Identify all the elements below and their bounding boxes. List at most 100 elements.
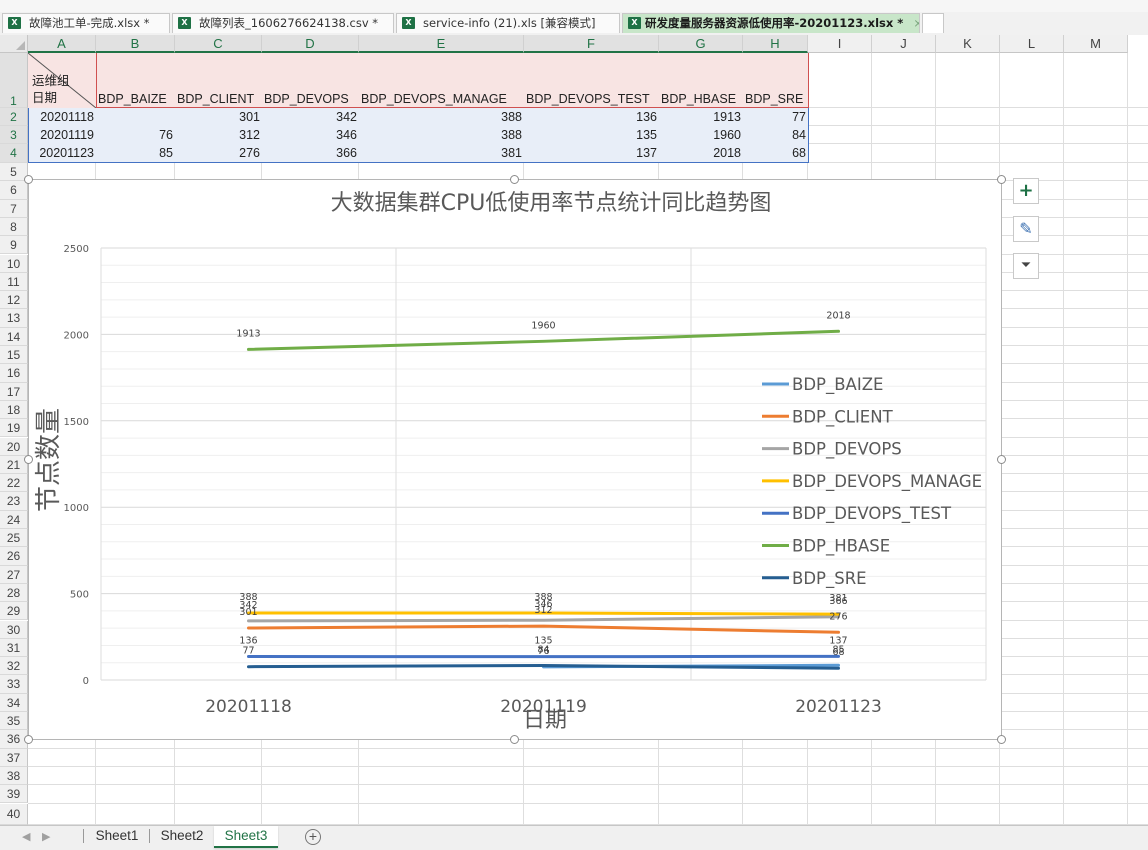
value-cell[interactable]: 77	[743, 108, 808, 126]
resize-handle-bottom-left[interactable]	[24, 735, 33, 744]
row-header-11[interactable]: 11	[0, 273, 28, 291]
row-header-32[interactable]: 32	[0, 657, 28, 675]
row-header-9[interactable]: 9	[0, 236, 28, 254]
column-header-C[interactable]: C	[175, 35, 262, 53]
header-cell[interactable]: BDP_DEVOPS_MANAGE	[359, 90, 524, 108]
column-header-I[interactable]: I	[808, 35, 872, 53]
row-header-22[interactable]: 22	[0, 474, 28, 492]
row-header-19[interactable]: 19	[0, 419, 28, 437]
sheet-tab-sheet1[interactable]: Sheet1	[86, 826, 148, 846]
row-header-17[interactable]: 17	[0, 383, 28, 401]
column-header-A[interactable]: A	[28, 35, 96, 53]
value-cell[interactable]: 301	[175, 108, 262, 126]
resize-handle-top-right[interactable]	[997, 175, 1006, 184]
sheet-tab-sheet3[interactable]: Sheet3	[214, 826, 278, 848]
row-header-28[interactable]: 28	[0, 584, 28, 602]
value-cell[interactable]: 346	[262, 126, 359, 144]
column-header-K[interactable]: K	[936, 35, 1000, 53]
value-cell[interactable]: 68	[743, 144, 808, 163]
row-header-10[interactable]: 10	[0, 255, 28, 273]
value-cell[interactable]: 342	[262, 108, 359, 126]
scroll-left-icon[interactable]: ◀	[22, 830, 30, 843]
column-header-L[interactable]: L	[1000, 35, 1064, 53]
chart-styles-button[interactable]: ✎	[1013, 216, 1039, 242]
row-header-40[interactable]: 40	[0, 804, 28, 826]
row-header-15[interactable]: 15	[0, 346, 28, 364]
row-header-4[interactable]: 4	[0, 144, 28, 163]
legend-label[interactable]: BDP_BAIZE	[792, 375, 883, 395]
value-cell[interactable]: 137	[524, 144, 659, 163]
row-header-31[interactable]: 31	[0, 639, 28, 657]
value-cell[interactable]: 1960	[659, 126, 743, 144]
row-header-3[interactable]: 3	[0, 126, 28, 144]
row-header-14[interactable]: 14	[0, 328, 28, 346]
resize-handle-left[interactable]	[24, 455, 33, 464]
row-header-24[interactable]: 24	[0, 511, 28, 529]
doc-tab-4-active[interactable]: X 研发度量服务器资源低使用率-20201123.xlsx * ×	[622, 13, 920, 33]
row-header-13[interactable]: 13	[0, 309, 28, 327]
value-cell[interactable]: 85	[96, 144, 175, 163]
chart-filters-button[interactable]: ⏷	[1013, 253, 1039, 279]
scroll-right-icon[interactable]: ▶	[42, 830, 50, 843]
value-cell[interactable]: 388	[359, 126, 524, 144]
column-header-B[interactable]: B	[96, 35, 175, 53]
row-header-8[interactable]: 8	[0, 218, 28, 236]
column-header-M[interactable]: M	[1064, 35, 1128, 53]
value-cell[interactable]: 276	[175, 144, 262, 163]
row-header-20[interactable]: 20	[0, 438, 28, 456]
value-cell[interactable]	[96, 108, 175, 126]
header-cell[interactable]: BDP_CLIENT	[175, 90, 262, 108]
legend-label[interactable]: BDP_SRE	[792, 569, 867, 589]
row-header-34[interactable]: 34	[0, 694, 28, 712]
value-cell[interactable]: 136	[524, 108, 659, 126]
row-header-29[interactable]: 29	[0, 602, 28, 620]
date-cell[interactable]: 20201123	[28, 144, 96, 163]
row-header-30[interactable]: 30	[0, 621, 28, 639]
resize-handle-top-left[interactable]	[24, 175, 33, 184]
add-sheet-button[interactable]: +	[305, 829, 321, 845]
value-cell[interactable]: 76	[96, 126, 175, 144]
resize-handle-right[interactable]	[997, 455, 1006, 464]
date-cell[interactable]: 20201119	[28, 126, 96, 144]
row-header-35[interactable]: 35	[0, 712, 28, 730]
column-header-J[interactable]: J	[872, 35, 936, 53]
value-cell[interactable]: 135	[524, 126, 659, 144]
header-cell[interactable]: BDP_DEVOPS_TEST	[524, 90, 659, 108]
line-chart[interactable]: 05001000150020002500 2020111820201119202…	[28, 179, 1002, 740]
header-cell[interactable]: BDP_DEVOPS	[262, 90, 359, 108]
sheet-tab-sheet2[interactable]: Sheet2	[152, 826, 212, 846]
new-tab-button[interactable]	[922, 13, 944, 33]
row-header-7[interactable]: 7	[0, 200, 28, 218]
header-cell[interactable]: BDP_BAIZE	[96, 90, 175, 108]
column-header-G[interactable]: G	[659, 35, 743, 53]
row-header-2[interactable]: 2	[0, 108, 28, 126]
row-header-23[interactable]: 23	[0, 492, 28, 510]
row-header-33[interactable]: 33	[0, 675, 28, 693]
row-header-26[interactable]: 26	[0, 547, 28, 565]
select-all-corner[interactable]	[0, 35, 28, 53]
doc-tab-2[interactable]: X 故障列表_1606276624138.csv *	[172, 13, 394, 33]
row-header-6[interactable]: 6	[0, 181, 28, 199]
legend-label[interactable]: BDP_DEVOPS	[792, 440, 902, 460]
row-header-25[interactable]: 25	[0, 529, 28, 547]
row-header-18[interactable]: 18	[0, 401, 28, 419]
date-cell[interactable]: 20201118	[28, 108, 96, 126]
chart-elements-button[interactable]: +	[1013, 178, 1039, 204]
value-cell[interactable]: 84	[743, 126, 808, 144]
legend-label[interactable]: BDP_DEVOPS_TEST	[792, 504, 952, 524]
value-cell[interactable]: 2018	[659, 144, 743, 163]
resize-handle-top[interactable]	[510, 175, 519, 184]
close-tab-icon[interactable]: ×	[913, 16, 920, 30]
row-header-38[interactable]: 38	[0, 767, 28, 785]
series-line-bdp-client[interactable]	[249, 626, 839, 632]
value-cell[interactable]: 388	[359, 108, 524, 126]
column-header-F[interactable]: F	[524, 35, 659, 53]
resize-handle-bottom[interactable]	[510, 735, 519, 744]
row-header-12[interactable]: 12	[0, 291, 28, 309]
doc-tab-3[interactable]: X service-info (21).xls [兼容模式]	[396, 13, 620, 33]
row-header-1[interactable]: 1	[0, 53, 28, 108]
value-cell[interactable]: 381	[359, 144, 524, 163]
value-cell[interactable]: 312	[175, 126, 262, 144]
value-cell[interactable]: 366	[262, 144, 359, 163]
resize-handle-bottom-right[interactable]	[997, 735, 1006, 744]
